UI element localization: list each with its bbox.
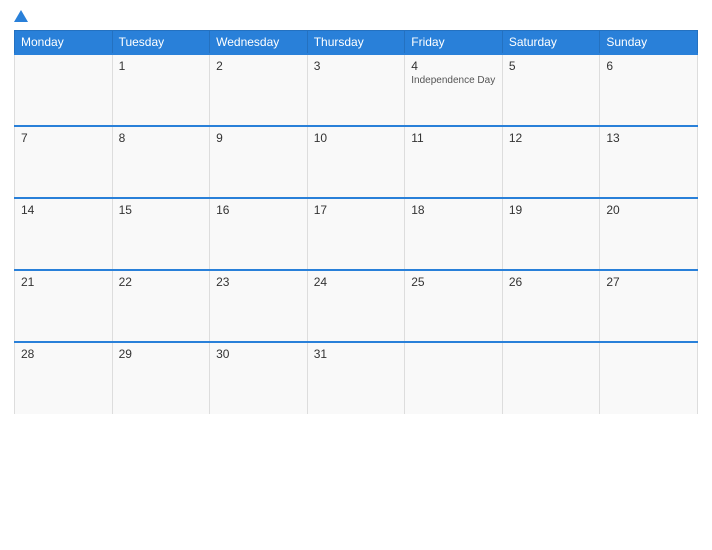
calendar-cell: 29 bbox=[112, 342, 210, 414]
calendar-cell bbox=[15, 54, 113, 126]
header bbox=[14, 10, 698, 22]
day-header-saturday: Saturday bbox=[502, 31, 600, 55]
calendar-cell: 30 bbox=[210, 342, 308, 414]
day-number: 5 bbox=[509, 59, 516, 73]
week-row-2: 7 8 9 10 11 12 13 bbox=[15, 126, 698, 198]
day-number: 17 bbox=[314, 203, 327, 217]
calendar-cell: 14 bbox=[15, 198, 113, 270]
week-row-1: 1 2 3 4 Independence Day 5 6 bbox=[15, 54, 698, 126]
logo-blue-text bbox=[14, 10, 30, 22]
calendar-cell: 11 bbox=[405, 126, 503, 198]
calendar-cell: 1 bbox=[112, 54, 210, 126]
day-header-wednesday: Wednesday bbox=[210, 31, 308, 55]
day-header-tuesday: Tuesday bbox=[112, 31, 210, 55]
day-number: 8 bbox=[119, 131, 126, 145]
day-number: 19 bbox=[509, 203, 522, 217]
day-number: 18 bbox=[411, 203, 424, 217]
calendar-cell: 31 bbox=[307, 342, 405, 414]
day-number: 28 bbox=[21, 347, 34, 361]
day-number: 3 bbox=[314, 59, 321, 73]
day-number: 13 bbox=[606, 131, 619, 145]
day-number: 24 bbox=[314, 275, 327, 289]
day-number: 16 bbox=[216, 203, 229, 217]
calendar-cell bbox=[502, 342, 600, 414]
week-row-3: 14 15 16 17 18 19 20 bbox=[15, 198, 698, 270]
calendar-cell: 4 Independence Day bbox=[405, 54, 503, 126]
calendar-cell: 22 bbox=[112, 270, 210, 342]
day-number: 23 bbox=[216, 275, 229, 289]
calendar-cell: 12 bbox=[502, 126, 600, 198]
day-header-thursday: Thursday bbox=[307, 31, 405, 55]
calendar-cell: 5 bbox=[502, 54, 600, 126]
day-number: 7 bbox=[21, 131, 28, 145]
calendar-cell: 9 bbox=[210, 126, 308, 198]
day-number: 11 bbox=[411, 131, 423, 145]
day-header-monday: Monday bbox=[15, 31, 113, 55]
calendar-cell: 28 bbox=[15, 342, 113, 414]
day-number: 22 bbox=[119, 275, 132, 289]
logo-triangle-icon bbox=[14, 10, 28, 22]
calendar-table: MondayTuesdayWednesdayThursdayFridaySatu… bbox=[14, 30, 698, 414]
day-number: 15 bbox=[119, 203, 132, 217]
calendar-cell: 13 bbox=[600, 126, 698, 198]
day-number: 4 bbox=[411, 59, 418, 73]
calendar-cell: 8 bbox=[112, 126, 210, 198]
calendar-cell bbox=[405, 342, 503, 414]
day-header-sunday: Sunday bbox=[600, 31, 698, 55]
calendar-header: MondayTuesdayWednesdayThursdayFridaySatu… bbox=[15, 31, 698, 55]
calendar-body: 1234Independence Day56789101112131415161… bbox=[15, 54, 698, 414]
calendar-cell: 21 bbox=[15, 270, 113, 342]
calendar-cell: 27 bbox=[600, 270, 698, 342]
day-number: 31 bbox=[314, 347, 327, 361]
day-number: 14 bbox=[21, 203, 34, 217]
day-header-friday: Friday bbox=[405, 31, 503, 55]
calendar-cell: 7 bbox=[15, 126, 113, 198]
day-number: 26 bbox=[509, 275, 522, 289]
day-number: 30 bbox=[216, 347, 229, 361]
week-row-4: 21 22 23 24 25 26 27 bbox=[15, 270, 698, 342]
calendar-cell: 16 bbox=[210, 198, 308, 270]
event-label: Independence Day bbox=[411, 75, 496, 86]
day-number: 2 bbox=[216, 59, 223, 73]
day-number: 10 bbox=[314, 131, 327, 145]
calendar-cell: 2 bbox=[210, 54, 308, 126]
calendar-cell: 15 bbox=[112, 198, 210, 270]
day-number: 9 bbox=[216, 131, 223, 145]
calendar-cell: 23 bbox=[210, 270, 308, 342]
day-number: 12 bbox=[509, 131, 522, 145]
calendar-cell: 24 bbox=[307, 270, 405, 342]
day-number: 25 bbox=[411, 275, 424, 289]
calendar-cell: 3 bbox=[307, 54, 405, 126]
day-number: 27 bbox=[606, 275, 619, 289]
calendar-cell: 18 bbox=[405, 198, 503, 270]
calendar-cell: 19 bbox=[502, 198, 600, 270]
week-row-5: 28 29 30 31 bbox=[15, 342, 698, 414]
day-number: 1 bbox=[119, 59, 126, 73]
day-number: 21 bbox=[21, 275, 34, 289]
calendar-cell: 10 bbox=[307, 126, 405, 198]
calendar-cell: 17 bbox=[307, 198, 405, 270]
day-number: 20 bbox=[606, 203, 619, 217]
day-number: 6 bbox=[606, 59, 613, 73]
day-number: 29 bbox=[119, 347, 132, 361]
calendar-page: MondayTuesdayWednesdayThursdayFridaySatu… bbox=[0, 0, 712, 550]
calendar-cell: 6 bbox=[600, 54, 698, 126]
days-header-row: MondayTuesdayWednesdayThursdayFridaySatu… bbox=[15, 31, 698, 55]
calendar-cell: 26 bbox=[502, 270, 600, 342]
calendar-cell: 20 bbox=[600, 198, 698, 270]
calendar-cell: 25 bbox=[405, 270, 503, 342]
calendar-cell bbox=[600, 342, 698, 414]
logo bbox=[14, 10, 30, 22]
